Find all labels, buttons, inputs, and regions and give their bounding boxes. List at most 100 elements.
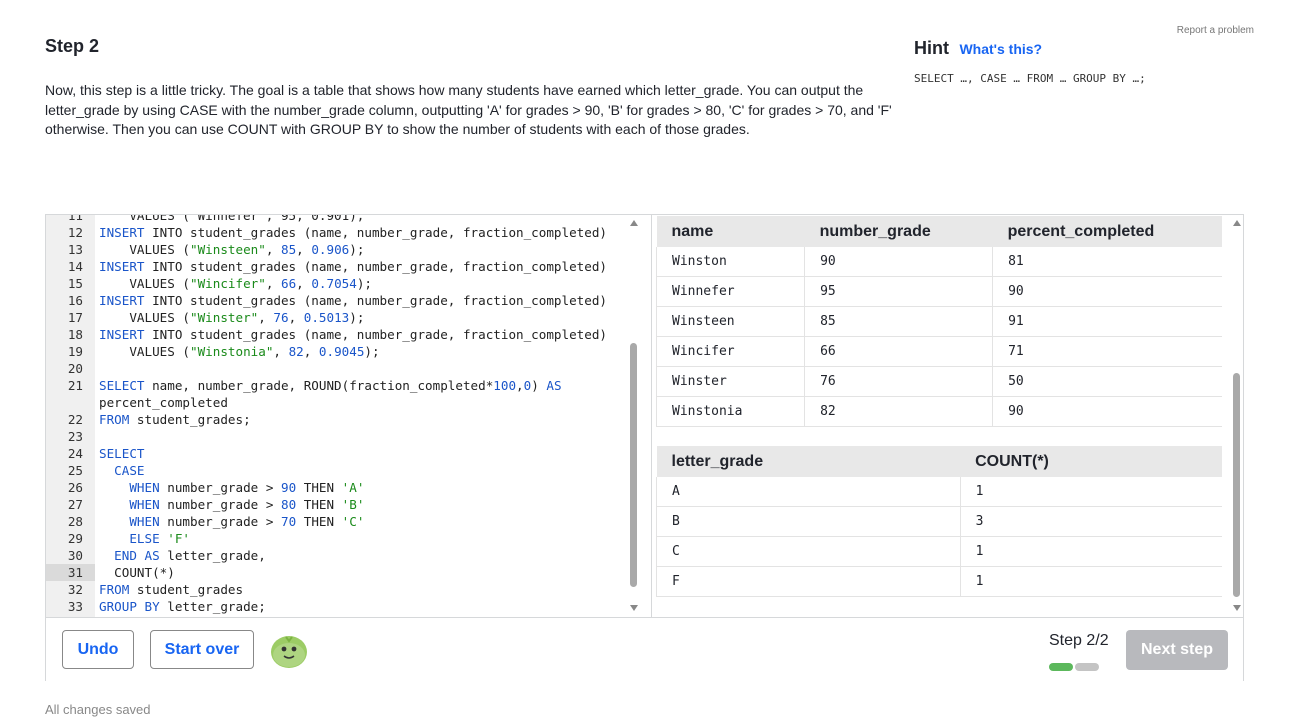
report-problem-link[interactable]: Report a problem	[1177, 25, 1254, 36]
code-token: ,	[258, 310, 274, 325]
line-number: 23	[67, 429, 83, 444]
code-token: THEN	[296, 480, 342, 495]
code-line[interactable]: 21 SELECT name, number_grade, ROUND(fract…	[46, 377, 644, 394]
code-line[interactable]: 12 INSERT INTO student_grades (name, numb…	[46, 224, 644, 241]
results-scroll-thumb[interactable]	[1233, 373, 1240, 597]
code-line[interactable]: 18 INSERT INTO student_grades (name, numb…	[46, 326, 644, 343]
table-cell: 71	[992, 336, 1222, 367]
code-token: 90	[281, 480, 297, 495]
code-line[interactable]: 13 VALUES ("Winsteen", 85, 0.906);	[46, 241, 644, 258]
code-line[interactable]: 16 INSERT INTO student_grades (name, numb…	[46, 292, 644, 309]
code-line[interactable]: 14 INSERT INTO student_grades (name, numb…	[46, 258, 644, 275]
code-text[interactable]: VALUES ("Winnefer", 95, 0.901);	[95, 215, 364, 224]
undo-button[interactable]: Undo	[62, 630, 134, 669]
scroll-up-arrow-icon[interactable]	[630, 220, 638, 226]
code-line[interactable]: 17 VALUES ("Winster", 76, 0.5013);	[46, 309, 644, 326]
editor-scroll-thumb[interactable]	[630, 343, 637, 587]
table-row: Winster 76 50	[655, 366, 1222, 397]
code-text[interactable]: VALUES ("Winsteen", 85, 0.906);	[95, 241, 364, 258]
code-line[interactable]: 30 END AS letter_grade,	[46, 547, 644, 564]
table-row: Winston 90 81	[655, 247, 1222, 277]
code-text[interactable]: WHEN number_grade > 80 THEN 'B'	[95, 496, 364, 513]
code-token: INSERT	[99, 225, 145, 240]
code-line[interactable]: 15 VALUES ("Wincifer", 66, 0.7054);	[46, 275, 644, 292]
code-token: FROM	[99, 582, 130, 597]
line-number: 24	[67, 446, 83, 461]
code-text[interactable]: SELECT name, number_grade, ROUND(fractio…	[95, 377, 562, 394]
code-line[interactable]: 31 COUNT(*)	[46, 564, 644, 581]
code-text[interactable]: CASE	[95, 462, 144, 479]
line-number: 25	[67, 463, 83, 478]
code-text[interactable]: FROM student_grades	[95, 581, 243, 598]
code-line[interactable]: 22 FROM student_grades;	[46, 411, 644, 428]
table-cell: Winsteen	[655, 306, 806, 337]
code-line[interactable]: 25 CASE	[46, 462, 644, 479]
code-line[interactable]: 26 WHEN number_grade > 90 THEN 'A'	[46, 479, 644, 496]
table-cell: 3	[960, 506, 1222, 537]
whats-this-link[interactable]: What's this?	[959, 41, 1042, 57]
code-line[interactable]: 23	[46, 428, 644, 445]
code-line[interactable]: 33 GROUP BY letter_grade;	[46, 598, 644, 615]
results-panel: name number_grade percent_completed Winsto…	[651, 215, 1244, 617]
code-line[interactable]: 27 WHEN number_grade > 80 THEN 'B'	[46, 496, 644, 513]
code-token: 'B'	[341, 497, 365, 512]
code-text[interactable]: FROM student_grades;	[95, 411, 251, 428]
results-scroll-up-arrow-icon[interactable]	[1233, 220, 1241, 226]
code-line[interactable]: 28 WHEN number_grade > 70 THEN 'C'	[46, 513, 644, 530]
table-cell: 82	[804, 396, 994, 427]
code-token: 82	[288, 344, 304, 359]
code-token: name, number_grade, ROUND(fraction_compl…	[144, 378, 494, 393]
line-number: 15	[67, 276, 83, 291]
table-row: Winsteen 85 91	[655, 306, 1222, 337]
step-progress-label: Step 2/2	[1049, 632, 1109, 649]
table-cell: 66	[804, 336, 994, 367]
code-token: ,	[296, 242, 312, 257]
code-text[interactable]: WHEN number_grade > 70 THEN 'C'	[95, 513, 364, 530]
code-line[interactable]: 32 FROM student_grades	[46, 581, 644, 598]
code-token: ,	[303, 344, 319, 359]
start-over-button[interactable]: Start over	[150, 630, 254, 669]
step-progress-bar	[1049, 658, 1101, 676]
code-line[interactable]: 19 VALUES ("Winstonia", 82, 0.9045);	[46, 343, 644, 360]
code-token: 76	[273, 310, 289, 325]
code-line[interactable]: 11 VALUES ("Winnefer", 95, 0.901);	[46, 215, 644, 224]
code-token: INSERT	[99, 293, 145, 308]
hint-panel: Hint What's this? SELECT …, CASE … FROM …	[914, 38, 1146, 85]
line-number: 31	[46, 564, 95, 581]
code-text[interactable]: INSERT INTO student_grades (name, number…	[95, 224, 607, 241]
scroll-down-arrow-icon[interactable]	[630, 605, 638, 611]
code-text[interactable]: VALUES ("Winstonia", 82, 0.9045);	[95, 343, 379, 360]
code-text[interactable]: GROUP BY letter_grade;	[95, 598, 266, 615]
code-text[interactable]: VALUES ("Winster", 76, 0.5013);	[95, 309, 364, 326]
code-line[interactable]: 20	[46, 360, 644, 377]
code-token: VALUES (	[99, 310, 190, 325]
code-editor[interactable]: 11 VALUES ("Winnefer", 95, 0.901); 12 INSE…	[46, 215, 644, 617]
code-text[interactable]: INSERT INTO student_grades (name, number…	[95, 326, 607, 343]
code-token: INSERT	[99, 327, 145, 342]
code-text[interactable]: percent_completed	[95, 394, 228, 411]
code-line[interactable]: 29 ELSE 'F'	[46, 530, 644, 547]
table-cell: Winston	[655, 247, 806, 277]
code-token: 'C'	[341, 514, 365, 529]
code-text[interactable]: ELSE 'F'	[95, 530, 190, 547]
code-text[interactable]: INSERT INTO student_grades (name, number…	[95, 258, 607, 275]
code-text[interactable]: COUNT(*)	[95, 564, 175, 581]
code-text[interactable]: SELECT	[95, 445, 145, 462]
code-token: 'A'	[341, 480, 365, 495]
table-cell: 85	[804, 306, 994, 337]
code-text[interactable]: WHEN number_grade > 90 THEN 'A'	[95, 479, 364, 496]
table-row: C1	[656, 536, 1222, 567]
code-line[interactable]: 24 SELECT	[46, 445, 644, 462]
results-scrollbar[interactable]	[1232, 215, 1242, 617]
code-text[interactable]: END AS letter_grade,	[95, 547, 266, 564]
avatar-icon	[271, 636, 307, 668]
code-token: END AS	[99, 548, 160, 563]
code-line[interactable]: percent_completed	[46, 394, 644, 411]
code-token: COUNT(*)	[99, 565, 175, 580]
line-number: 17	[67, 310, 83, 325]
code-text[interactable]: INSERT INTO student_grades (name, number…	[95, 292, 607, 309]
code-text[interactable]: VALUES ("Wincifer", 66, 0.7054);	[95, 275, 372, 292]
results-scroll-down-arrow-icon[interactable]	[1233, 605, 1241, 611]
editor-scrollbar[interactable]	[629, 215, 639, 617]
results-table-letter-grades: letter_grade COUNT(*) A1B3C1F1	[656, 446, 1222, 597]
